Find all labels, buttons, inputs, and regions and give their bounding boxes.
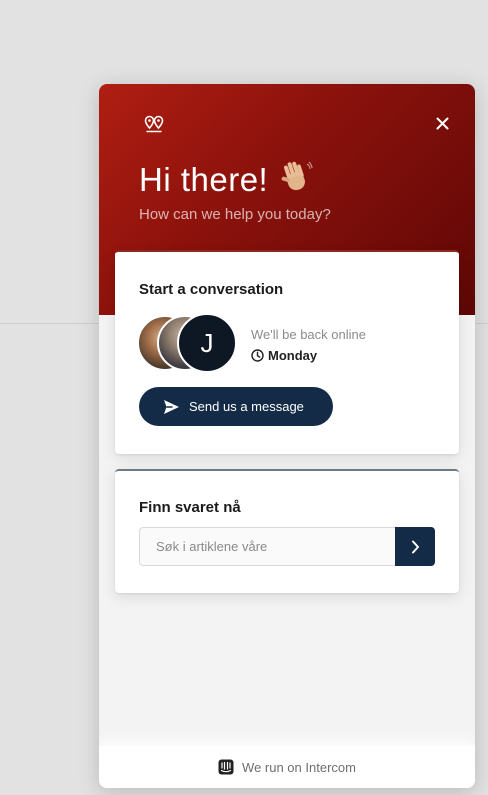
find-answer-card: Finn svaret nå: [115, 469, 459, 593]
avatar: J: [177, 313, 237, 373]
brand-logo-icon: [144, 115, 164, 133]
team-avatars: J: [137, 313, 239, 375]
send-icon: [163, 399, 180, 415]
chevron-right-icon: [411, 540, 420, 554]
search-card-title: Finn svaret nå: [139, 499, 241, 516]
send-message-label: Send us a message: [189, 399, 304, 414]
availability-status: We'll be back online: [251, 327, 366, 342]
back-online-day: Monday: [251, 348, 317, 363]
avatar-initial: J: [200, 327, 214, 358]
article-search-input[interactable]: [139, 527, 395, 566]
intercom-logo-icon: [218, 759, 234, 775]
close-icon: [436, 117, 449, 135]
conversation-card-title: Start a conversation: [139, 281, 284, 298]
intercom-footer-link[interactable]: We run on Intercom: [99, 746, 475, 788]
send-message-button[interactable]: Send us a message: [139, 387, 333, 426]
greeting-heading: Hi there!: [139, 158, 314, 206]
close-button[interactable]: [430, 114, 454, 138]
waving-hand-icon: [278, 159, 314, 206]
search-submit-button[interactable]: [395, 527, 435, 566]
back-day-label: Monday: [268, 348, 318, 363]
messenger-widget: Hi there! How can we help you today? Sta…: [99, 84, 475, 788]
header-subtitle: How can we help you today?: [139, 206, 331, 223]
footer-label: We run on Intercom: [242, 759, 356, 775]
clock-icon: [251, 349, 264, 362]
start-conversation-card: Start a conversation J We'll be back onl…: [115, 250, 459, 454]
